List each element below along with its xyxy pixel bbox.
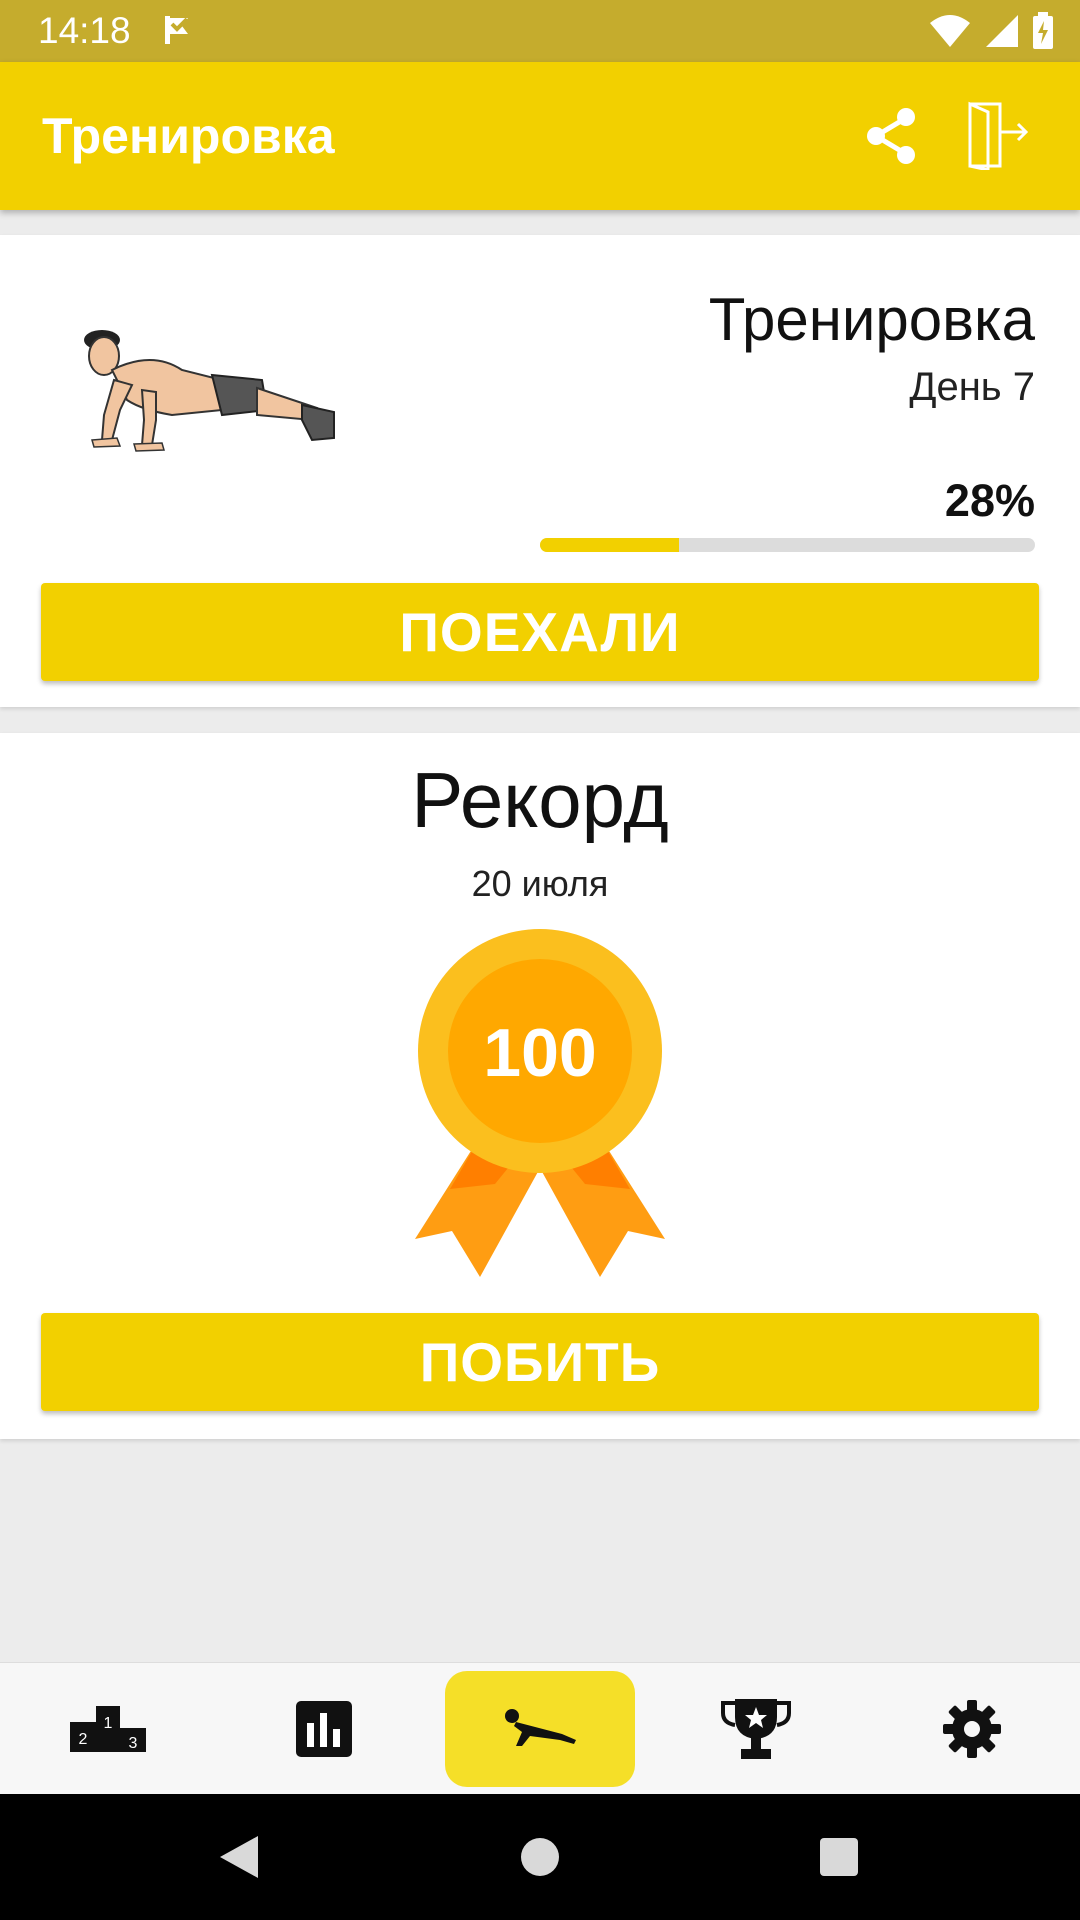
nav-workout[interactable] bbox=[445, 1671, 635, 1787]
nav-achievements[interactable] bbox=[661, 1671, 851, 1787]
home-icon[interactable] bbox=[520, 1834, 560, 1885]
check-flag-icon bbox=[162, 14, 196, 51]
status-bar: 14:18 bbox=[0, 0, 1080, 62]
svg-text:1: 1 bbox=[104, 1715, 113, 1732]
page-title: Тренировка bbox=[42, 108, 335, 164]
workout-day: День 7 bbox=[909, 365, 1035, 409]
app-bar: Тренировка bbox=[0, 62, 1080, 210]
svg-text:2: 2 bbox=[79, 1731, 88, 1748]
battery-icon bbox=[1032, 12, 1054, 55]
bar-chart-icon bbox=[296, 1701, 352, 1757]
wifi-icon bbox=[928, 13, 972, 54]
workout-card: Тренировка День 7 28% ПОЕХАЛИ bbox=[0, 235, 1080, 707]
svg-text:3: 3 bbox=[129, 1735, 138, 1752]
share-icon[interactable] bbox=[864, 106, 920, 171]
pushup-icon bbox=[505, 1709, 576, 1746]
medal-icon: 100 bbox=[415, 929, 665, 1277]
start-workout-button[interactable]: ПОЕХАЛИ bbox=[41, 583, 1039, 681]
system-nav-bar bbox=[0, 1794, 1080, 1920]
beat-record-button[interactable]: ПОБИТЬ bbox=[41, 1313, 1039, 1411]
trophy-icon bbox=[721, 1699, 791, 1759]
bottom-nav: 2 1 3 bbox=[0, 1662, 1080, 1795]
back-icon[interactable] bbox=[218, 1834, 260, 1885]
progress-percent: 28% bbox=[944, 475, 1035, 526]
nav-settings[interactable] bbox=[877, 1671, 1067, 1787]
nav-stats[interactable] bbox=[229, 1671, 419, 1787]
recents-icon[interactable] bbox=[818, 1834, 860, 1885]
pushup-illustration bbox=[72, 320, 342, 495]
progress-bar bbox=[540, 538, 1035, 552]
record-value: 100 bbox=[483, 1015, 596, 1091]
settings-icon bbox=[943, 1700, 1001, 1758]
record-title: Рекорд bbox=[411, 756, 669, 844]
podium-icon: 2 1 3 bbox=[70, 1706, 146, 1752]
record-date: 20 июля bbox=[471, 863, 609, 904]
progress-fill bbox=[540, 538, 679, 552]
status-time: 14:18 bbox=[38, 10, 131, 51]
workout-title: Тренировка bbox=[708, 286, 1035, 353]
record-card: Рекорд 20 июля 100 ПОБИТЬ bbox=[0, 733, 1080, 1439]
exit-icon[interactable] bbox=[964, 100, 1034, 175]
signal-icon bbox=[984, 13, 1020, 54]
nav-podium[interactable]: 2 1 3 bbox=[13, 1671, 203, 1787]
